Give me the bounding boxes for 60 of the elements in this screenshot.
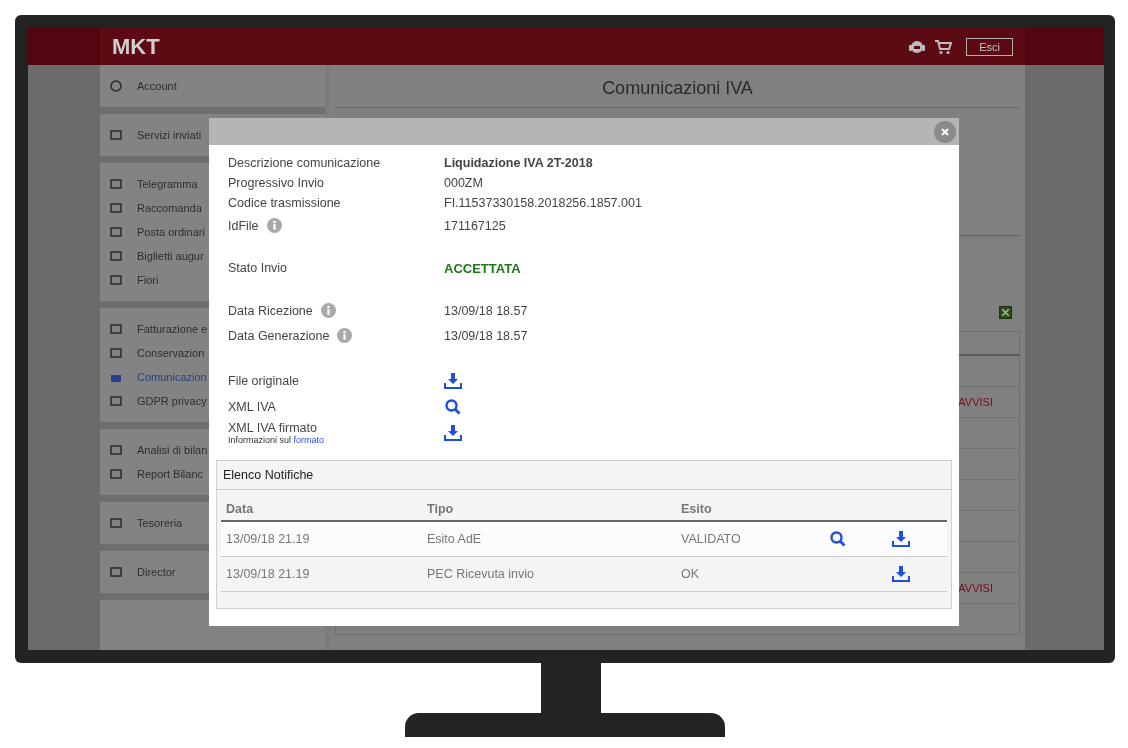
format-note: Informazioni sul formato xyxy=(228,435,325,445)
cart-icon[interactable] xyxy=(934,38,953,55)
sidebar-item[interactable]: GDPR privacy xyxy=(137,395,207,407)
field-label: Data Generazione xyxy=(228,328,330,343)
spreadsheet-icon[interactable] xyxy=(999,306,1012,319)
table-cell-text: Esito AdE xyxy=(427,532,483,546)
search-icon[interactable] xyxy=(444,399,462,415)
table-cell-text: 13/09/18 21.19 xyxy=(225,532,311,546)
field-value: ACCETTATA xyxy=(444,260,522,276)
field-label: Stato Invio xyxy=(228,261,288,275)
sidebar-item[interactable]: Fiori xyxy=(137,274,159,286)
page-title: Comunicazioni IVA xyxy=(335,65,1020,108)
field-label: Descrizione comunicazione xyxy=(228,156,381,170)
sidebar-item[interactable]: Telegramma xyxy=(137,178,198,190)
table-cell-text: OK xyxy=(681,567,701,581)
sidebar-item[interactable]: Account xyxy=(137,80,177,92)
sidebar-item[interactable]: Director xyxy=(137,566,176,578)
sidebar-item[interactable]: Report Bilanc xyxy=(137,468,204,480)
field-label: Progressivo Invio xyxy=(228,176,324,190)
sidebar-item[interactable]: Analisi di bilan xyxy=(137,444,208,456)
field-label: File originale xyxy=(228,374,299,388)
table-cell-text: PEC Ricevuta invio xyxy=(427,567,535,581)
table-cell-text: VALIDATO xyxy=(681,532,742,546)
field-label: Data Ricezione xyxy=(228,303,313,318)
download-icon[interactable] xyxy=(892,531,910,547)
field-label: XML IVA firmato xyxy=(228,421,317,435)
format-link[interactable]: formato xyxy=(293,435,325,445)
table-cell: AVVISI xyxy=(958,396,993,408)
panel-title: Elenco Notifiche xyxy=(223,468,314,482)
headset-icon[interactable] xyxy=(908,38,927,55)
field-label: XML IVA xyxy=(228,400,276,414)
exit-button[interactable]: Esci xyxy=(966,37,1013,56)
field-value: FI.11537330158.2018256.1857.001 xyxy=(444,196,643,210)
logo: MKT xyxy=(112,33,160,60)
search-icon[interactable] xyxy=(829,531,847,547)
sidebar-item[interactable]: Fatturazione e xyxy=(137,323,208,335)
table-cell: AVVISI xyxy=(958,582,993,594)
field-label: Codice trasmissione xyxy=(228,196,341,210)
field-value: 000ZM xyxy=(444,176,484,190)
sidebar-item[interactable]: Biglietti augur xyxy=(137,250,204,262)
sidebar-item[interactable]: Raccomanda xyxy=(137,202,202,214)
field-value: 171167125 xyxy=(444,218,507,233)
sidebar-item[interactable]: Conservazion xyxy=(137,347,205,359)
sidebar-item[interactable]: Tesoreria xyxy=(137,517,183,529)
column-header: Data xyxy=(225,502,255,516)
column-header: Tipo xyxy=(427,502,455,516)
column-header: Esito xyxy=(681,502,713,516)
sidebar-item[interactable]: Comunicazion xyxy=(137,371,207,383)
download-icon[interactable] xyxy=(892,566,910,582)
table-cell-text: 13/09/18 21.19 xyxy=(225,567,311,581)
sidebar-item[interactable]: Posta ordinari xyxy=(137,226,205,238)
sidebar-item[interactable]: Servizi inviati xyxy=(137,129,202,141)
field-value: 13/09/18 18.57 xyxy=(444,328,529,343)
download-icon[interactable] xyxy=(444,425,462,441)
field-value: Liquidazione IVA 2T-2018 xyxy=(444,156,594,170)
field-label: IdFile xyxy=(228,218,259,233)
close-button[interactable] xyxy=(934,120,956,143)
field-value: 13/09/18 18.57 xyxy=(444,303,529,318)
close-icon xyxy=(940,126,950,137)
download-icon[interactable] xyxy=(444,373,462,389)
